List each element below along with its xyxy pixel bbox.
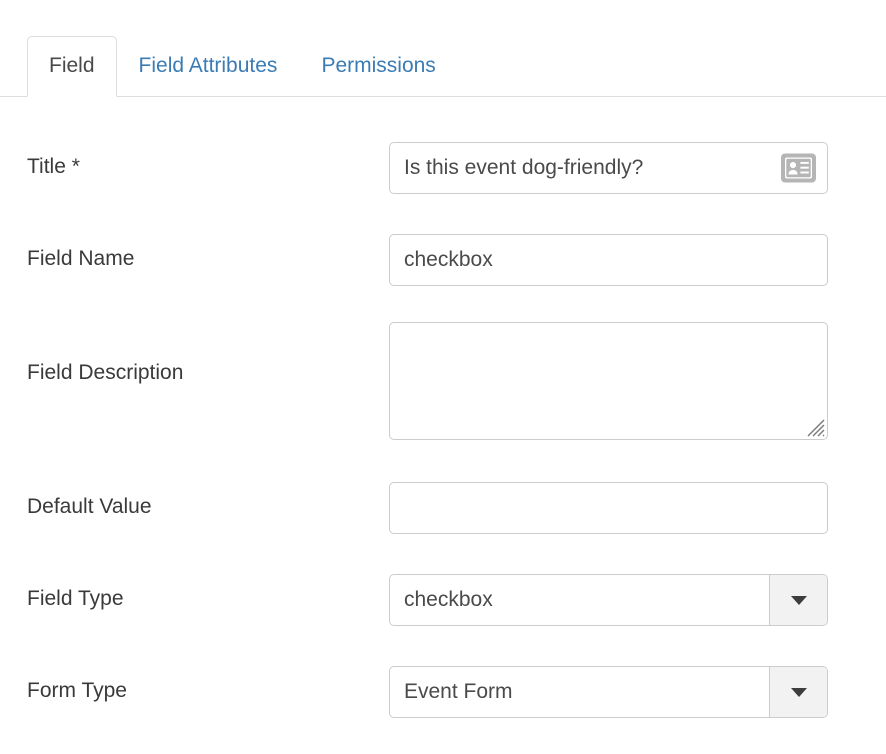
title-control: Is this event dog-friendly?: [389, 142, 828, 194]
field-type-select[interactable]: checkbox: [389, 574, 828, 626]
field-type-select-value: checkbox: [404, 588, 493, 611]
field-description-label: Field Description: [27, 361, 184, 384]
field-description-control: [389, 322, 828, 440]
field-name-control: checkbox: [389, 234, 828, 286]
tab-permissions-label: Permissions: [321, 54, 436, 77]
vcard-icon[interactable]: [781, 153, 816, 183]
tab-field-attributes[interactable]: Field Attributes: [117, 36, 300, 97]
default-value-input[interactable]: [389, 482, 828, 534]
resize-handle-icon[interactable]: [803, 415, 825, 437]
form-type-select[interactable]: Event Form: [389, 666, 828, 718]
tab-bar: Field Field Attributes Permissions: [0, 36, 886, 97]
tab-permissions[interactable]: Permissions: [299, 36, 457, 97]
form-type-control: Event Form: [389, 666, 828, 718]
default-value-control: [389, 482, 828, 534]
default-value-label: Default Value: [27, 495, 152, 518]
title-input[interactable]: Is this event dog-friendly?: [389, 142, 828, 194]
title-input-value: Is this event dog-friendly?: [404, 156, 644, 179]
title-label: Title *: [27, 155, 80, 178]
field-type-control: checkbox: [389, 574, 828, 626]
field-description-textarea[interactable]: [389, 322, 828, 440]
chevron-down-icon: [790, 687, 807, 697]
field-type-label: Field Type: [27, 587, 124, 610]
field-type-select-button[interactable]: [769, 575, 827, 625]
form-type-select-value: Event Form: [404, 680, 513, 703]
form-type-select-button[interactable]: [769, 667, 827, 717]
chevron-down-icon: [790, 595, 807, 605]
tab-field-label: Field: [49, 54, 95, 77]
tab-list: Field Field Attributes Permissions: [27, 36, 458, 97]
tab-field-attributes-label: Field Attributes: [138, 54, 278, 77]
form-type-label: Form Type: [27, 679, 127, 702]
tab-field[interactable]: Field: [27, 36, 117, 97]
field-name-input[interactable]: checkbox: [389, 234, 828, 286]
field-name-label: Field Name: [27, 247, 135, 270]
field-name-input-value: checkbox: [404, 248, 493, 271]
